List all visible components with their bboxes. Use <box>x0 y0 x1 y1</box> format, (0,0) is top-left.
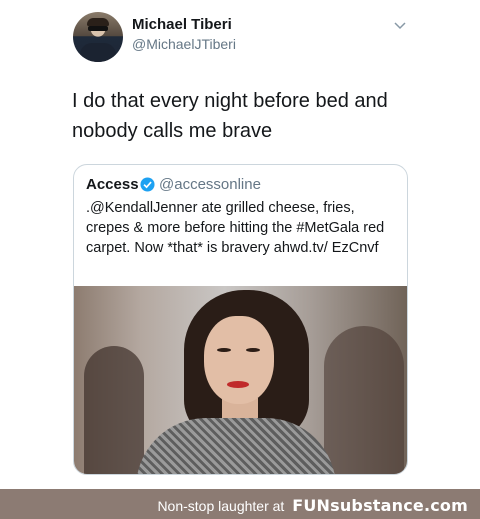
author-handle[interactable]: @MichaelJTiberi <box>132 36 236 52</box>
quoted-author-name[interactable]: Access <box>86 176 139 193</box>
quoted-tweet[interactable]: Access @accessonline .@KendallJenner ate… <box>73 164 408 475</box>
author-name[interactable]: Michael Tiberi <box>132 16 232 33</box>
quoted-tweet-photo[interactable] <box>74 286 407 474</box>
watermark-brand[interactable]: FUNsubstance.com <box>292 496 468 515</box>
background-figure <box>84 346 144 474</box>
background-figure <box>324 326 404 474</box>
photo-lips <box>227 381 249 388</box>
photo-dress <box>136 418 336 474</box>
avatar[interactable] <box>73 12 123 62</box>
photo-eye <box>246 348 260 352</box>
tweet-text: I do that every night before bed and nob… <box>72 90 388 142</box>
photo-face <box>204 316 274 404</box>
watermark-caption: Non-stop laughter at <box>157 498 285 514</box>
watermark-text: Non-stop laughter at FUNsubstance.com <box>157 496 468 515</box>
chevron-down-icon[interactable] <box>394 20 406 32</box>
tweet-card: Michael Tiberi @MichaelJTiberi I do that… <box>0 0 480 489</box>
avatar-glasses <box>88 26 108 31</box>
watermark-bar: Non-stop laughter at FUNsubstance.com <box>0 489 480 519</box>
avatar-hair <box>87 18 109 26</box>
avatar-shirt <box>80 43 116 62</box>
quoted-author-handle[interactable]: @accessonline <box>159 176 261 193</box>
verified-badge-icon <box>140 177 155 192</box>
quoted-tweet-text: .@KendallJenner ate grilled cheese, frie… <box>86 200 385 256</box>
photo-eye <box>217 348 231 352</box>
